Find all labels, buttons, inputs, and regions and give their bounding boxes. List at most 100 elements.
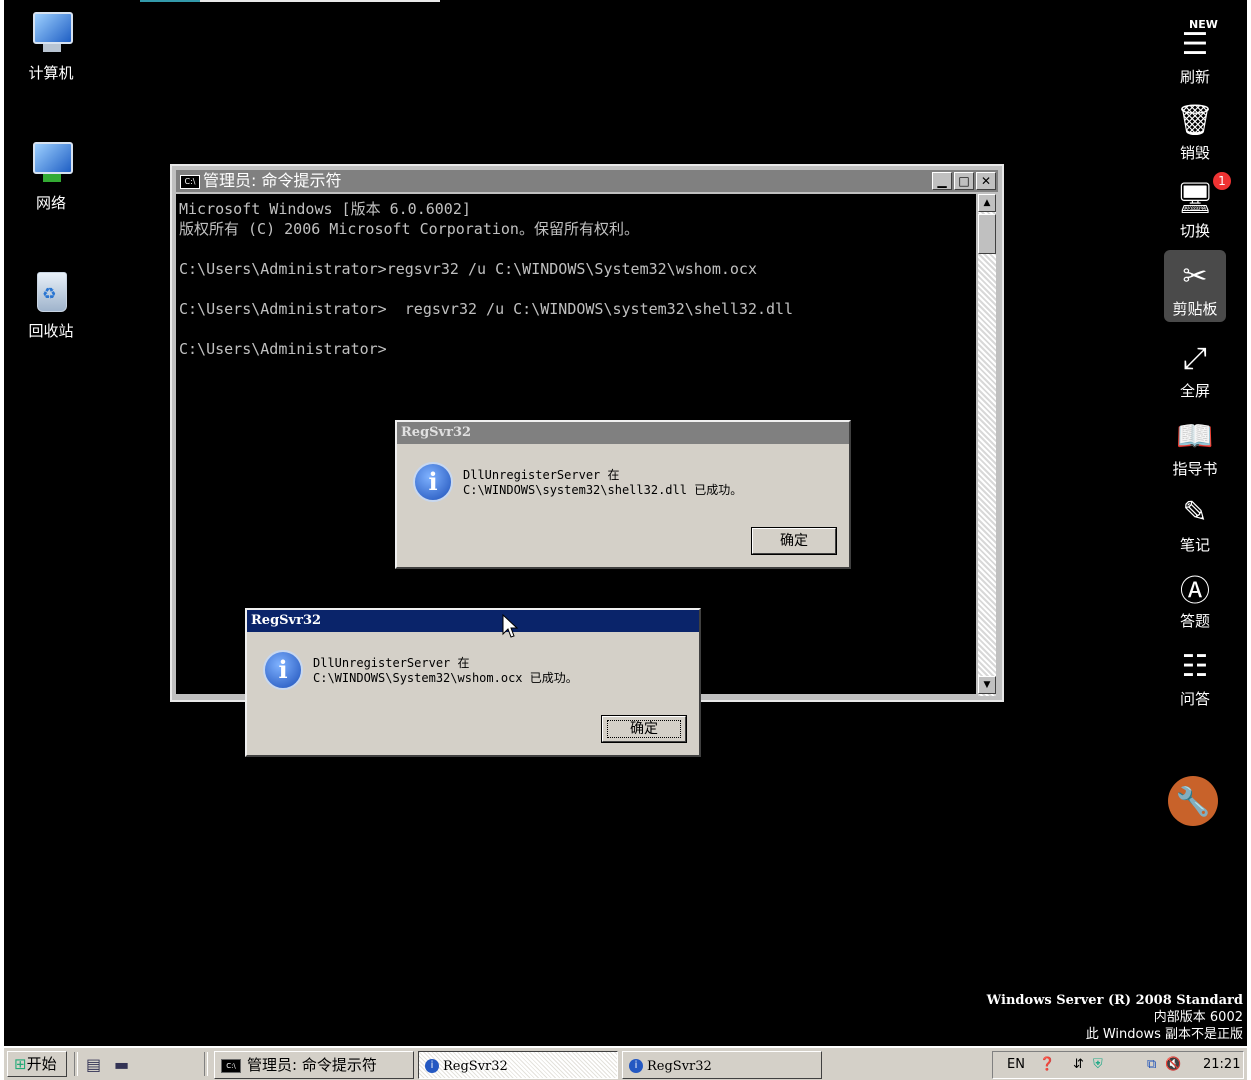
toolbar-qa[interactable]: ☷ 问答 bbox=[1164, 644, 1226, 709]
desktop-icon-label: 回收站 bbox=[28, 322, 74, 340]
scroll-up-button[interactable]: ▲ bbox=[978, 194, 996, 212]
dialog-message-line2: C:\WINDOWS\system32\shell32.dll 已成功。 bbox=[463, 483, 743, 497]
toolbar-notes[interactable]: ✎ 笔记 bbox=[1164, 490, 1226, 555]
qa-icon: ☷ bbox=[1181, 648, 1209, 684]
ok-button-label: 确定 bbox=[607, 720, 681, 738]
regsvr-dialog-wshom[interactable]: RegSvr32 i DllUnregisterServer 在 C:\WIND… bbox=[245, 608, 701, 757]
desktop-icon-label: 计算机 bbox=[28, 64, 74, 82]
cmd-titlebar[interactable]: C:\ 管理员: 命令提示符 ▁ □ ✕ bbox=[176, 170, 998, 192]
system-tray: EN ❓ ⇵ ⛨ ⧉ 🔇 21:21 bbox=[992, 1051, 1244, 1079]
console-line: C:\Users\Administrator> regsvr32 /u C:\W… bbox=[179, 300, 794, 318]
computer-icon bbox=[25, 8, 77, 60]
ok-button[interactable]: 确定 bbox=[751, 527, 837, 555]
refresh-new-icon: ☰ NEW bbox=[1181, 18, 1218, 62]
dialog-message-line1: DllUnregisterServer 在 bbox=[463, 468, 620, 482]
toolbar-label: 笔记 bbox=[1179, 536, 1210, 554]
cmd-title: 管理员: 命令提示符 bbox=[203, 171, 342, 190]
dialog-title[interactable]: RegSvr32 bbox=[397, 422, 849, 444]
toolbar-answer[interactable]: Ⓐ 答题 bbox=[1164, 566, 1226, 631]
toolbar-label: 全屏 bbox=[1179, 382, 1210, 400]
desktop-icon-computer[interactable]: 计算机 bbox=[6, 8, 96, 83]
watermark-edition: Windows Server (R) 2008 Standard bbox=[986, 993, 1243, 1008]
taskbar-button-label: RegSvr32 bbox=[647, 1059, 712, 1074]
mouse-cursor-icon bbox=[502, 614, 518, 638]
trash-icon: 🗑 bbox=[1175, 102, 1215, 138]
wrench-icon: 🔧 bbox=[1175, 784, 1211, 818]
ok-button[interactable]: 确定 bbox=[601, 715, 687, 743]
info-icon: i bbox=[413, 462, 453, 502]
console-line: C:\Users\Administrator> bbox=[179, 340, 387, 358]
taskbar-button-regsvr2[interactable]: i RegSvr32 bbox=[622, 1051, 822, 1079]
top-strip-accent bbox=[140, 0, 200, 2]
console-line: Microsoft Windows [版本 6.0.6002] bbox=[179, 200, 471, 218]
answer-icon: Ⓐ bbox=[1180, 574, 1210, 609]
recycle-bin-icon: ♻ bbox=[25, 266, 77, 318]
server-manager-icon[interactable]: ▤ bbox=[86, 1055, 101, 1074]
scissors-icon: ✂ bbox=[1182, 258, 1208, 294]
toolbar-label: 销毁 bbox=[1179, 144, 1210, 162]
ok-button-label: 确定 bbox=[780, 533, 808, 549]
windows-logo-icon: ⊞ bbox=[14, 1055, 27, 1073]
cmd-window-icon: C:\ bbox=[180, 174, 200, 189]
security-tray-icon[interactable]: ⛨ bbox=[1093, 1052, 1103, 1078]
dialog-message-line2: C:\WINDOWS\System32\wshom.ocx 已成功。 bbox=[313, 671, 578, 685]
taskbar-button-label: 管理员: 命令提示符 bbox=[247, 1056, 377, 1074]
network-icon bbox=[25, 138, 77, 190]
toolbar-clipboard[interactable]: ✂ 剪贴板 bbox=[1164, 250, 1226, 322]
screen-border-right bbox=[1247, 0, 1251, 1080]
toolbar-label: 刷新 bbox=[1179, 68, 1210, 86]
new-tag: NEW bbox=[1189, 18, 1218, 31]
maximize-button[interactable]: □ bbox=[954, 172, 974, 190]
show-desktop-icon[interactable]: ▬ bbox=[114, 1055, 129, 1074]
language-indicator[interactable]: EN bbox=[1007, 1052, 1025, 1078]
fullscreen-icon: ⤢ bbox=[1183, 340, 1207, 376]
toolbar-fullscreen[interactable]: ⤢ 全屏 bbox=[1164, 336, 1226, 401]
console-line: 版权所有 (C) 2006 Microsoft Corporation。保留所有… bbox=[179, 220, 639, 238]
help-icon[interactable]: ❓ bbox=[1039, 1052, 1055, 1078]
watermark-genuine: 此 Windows 副本不是正版 bbox=[1085, 1027, 1243, 1042]
start-button[interactable]: ⊞开始 bbox=[7, 1051, 67, 1077]
display-tray-icon[interactable]: ⧉ bbox=[1147, 1052, 1156, 1078]
cmd-icon: C:\ bbox=[221, 1058, 241, 1073]
regsvr-dialog-shell32[interactable]: RegSvr32 i DllUnregisterServer 在 C:\WIND… bbox=[395, 420, 851, 569]
volume-muted-icon[interactable]: 🔇 bbox=[1165, 1052, 1181, 1078]
toolbar-refresh[interactable]: ☰ NEW 刷新 bbox=[1164, 18, 1226, 87]
scroll-down-button[interactable]: ▼ bbox=[978, 676, 996, 694]
close-button[interactable]: ✕ bbox=[976, 172, 996, 190]
pencil-icon: ✎ bbox=[1182, 494, 1208, 530]
windows-watermark: Windows Server (R) 2008 Standard 内部版本 60… bbox=[987, 992, 1243, 1043]
book-icon: 📖 bbox=[1176, 418, 1214, 454]
info-icon: i bbox=[263, 650, 303, 690]
desktop-icon-recycle-bin[interactable]: ♻ 回收站 bbox=[6, 266, 96, 341]
vertical-scrollbar[interactable]: ▲ ▼ bbox=[978, 194, 996, 696]
network-tray-icon[interactable]: ⇵ bbox=[1073, 1052, 1084, 1078]
taskbar-separator bbox=[204, 1052, 208, 1076]
scroll-thumb[interactable] bbox=[978, 214, 996, 254]
clock[interactable]: 21:21 bbox=[1203, 1052, 1240, 1078]
taskbar-button-cmd[interactable]: C:\ 管理员: 命令提示符 bbox=[214, 1051, 414, 1079]
info-icon: i bbox=[629, 1058, 643, 1073]
dialog-title[interactable]: RegSvr32 bbox=[247, 610, 699, 632]
toolbar-destroy[interactable]: 🗑 销毁 bbox=[1164, 98, 1226, 163]
taskbar-button-label: RegSvr32 bbox=[443, 1059, 508, 1074]
start-label: 开始 bbox=[26, 1055, 57, 1073]
toolbar-label: 指导书 bbox=[1172, 460, 1218, 478]
tools-button[interactable]: 🔧 bbox=[1168, 776, 1218, 826]
toolbar-label: 答题 bbox=[1179, 612, 1210, 630]
taskbar-separator bbox=[74, 1052, 78, 1076]
watermark-build: 内部版本 6002 bbox=[1153, 1010, 1243, 1025]
minimize-button[interactable]: ▁ bbox=[932, 172, 952, 190]
switch-screen-icon: 🖥 1 bbox=[1173, 172, 1231, 220]
taskbar-button-regsvr1[interactable]: i RegSvr32 bbox=[418, 1051, 618, 1079]
notification-badge: 1 bbox=[1213, 172, 1231, 190]
toolbar-label: 问答 bbox=[1179, 690, 1210, 708]
dialog-message-line1: DllUnregisterServer 在 bbox=[313, 656, 470, 670]
toolbar-guide[interactable]: 📖 指导书 bbox=[1164, 414, 1226, 479]
toolbar-switch[interactable]: 🖥 1 切换 bbox=[1164, 172, 1231, 241]
desktop-icon-network[interactable]: 网络 bbox=[6, 138, 96, 213]
taskbar: ⊞开始 ▤ ▬ C:\ 管理员: 命令提示符 i RegSvr32 i RegSvr3… bbox=[4, 1046, 1247, 1080]
desktop-icon-label: 网络 bbox=[35, 194, 66, 212]
toolbar-label: 切换 bbox=[1179, 222, 1210, 240]
